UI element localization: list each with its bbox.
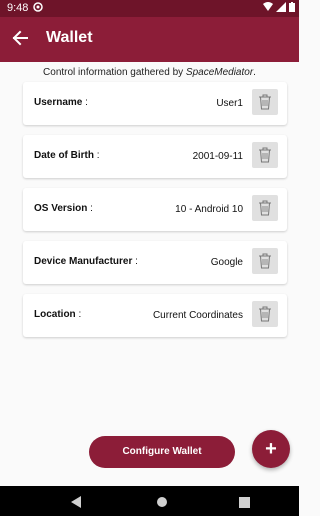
signal-icon	[275, 2, 286, 12]
wifi-icon	[262, 2, 273, 11]
trash-icon	[259, 147, 271, 163]
item-separator: :	[94, 150, 100, 161]
trash-icon	[259, 306, 271, 322]
configure-wallet-button[interactable]: Configure Wallet	[89, 436, 235, 468]
item-label: Username :	[34, 97, 88, 108]
system-icons	[262, 2, 295, 15]
app-bar: Wallet	[0, 17, 299, 62]
delete-button[interactable]	[252, 89, 278, 115]
nav-recents-icon[interactable]	[239, 495, 250, 513]
info-prefix: Control information gathered by	[43, 67, 186, 78]
item-value: Google	[210, 257, 243, 268]
trash-icon	[259, 253, 271, 269]
info-suffix: .	[253, 67, 256, 78]
item-label: Date of Birth :	[34, 150, 100, 161]
item-separator: :	[75, 309, 82, 320]
item-value: User1	[216, 98, 243, 109]
trash-icon	[259, 94, 271, 110]
item-label: Location :	[34, 309, 81, 320]
item-separator: :	[87, 203, 93, 214]
item-label: Device Manufacturer :	[34, 256, 138, 267]
page-title: Wallet	[46, 29, 93, 46]
delete-button[interactable]	[252, 142, 278, 168]
nav-home-icon[interactable]	[156, 495, 168, 513]
wallet-item-date-of-birth: Date of Birth : 2001-09-11	[23, 135, 287, 178]
item-value: Current Coordinates	[152, 310, 243, 321]
item-separator: :	[132, 256, 138, 267]
item-label-text: Username	[34, 97, 83, 108]
delete-button[interactable]	[252, 301, 278, 327]
item-separator: :	[82, 97, 88, 108]
battery-icon	[289, 2, 295, 12]
item-label-text: Date of Birth	[34, 150, 94, 161]
delete-button[interactable]	[252, 195, 278, 221]
status-time: 9:48	[7, 2, 29, 14]
wallet-item-device-manufacturer: Device Manufacturer : Google	[23, 241, 287, 284]
navigation-bar	[0, 486, 299, 516]
back-arrow-icon[interactable]	[10, 28, 30, 53]
info-source: SpaceMediator	[185, 67, 254, 78]
item-value: 2001-09-11	[192, 151, 243, 162]
add-button[interactable]: +	[252, 430, 290, 468]
nav-back-icon[interactable]	[71, 495, 82, 513]
item-label: OS Version :	[34, 203, 93, 214]
item-label-text: Device Manufacturer	[34, 256, 133, 267]
item-value: 10 - Android 10	[175, 204, 243, 215]
wallet-item-os-version: OS Version : 10 - Android 10	[23, 188, 287, 231]
notification-icon	[33, 2, 43, 15]
info-text: Control information gathered by SpaceMed…	[0, 67, 299, 78]
status-bar: 9:48	[0, 0, 299, 17]
item-label-text: OS Version	[34, 203, 88, 214]
trash-icon	[259, 200, 271, 216]
delete-button[interactable]	[252, 248, 278, 274]
item-label-text: Location	[34, 309, 76, 320]
wallet-item-username: Username : User1	[23, 82, 287, 125]
wallet-item-location: Location : Current Coordinates	[23, 294, 287, 337]
